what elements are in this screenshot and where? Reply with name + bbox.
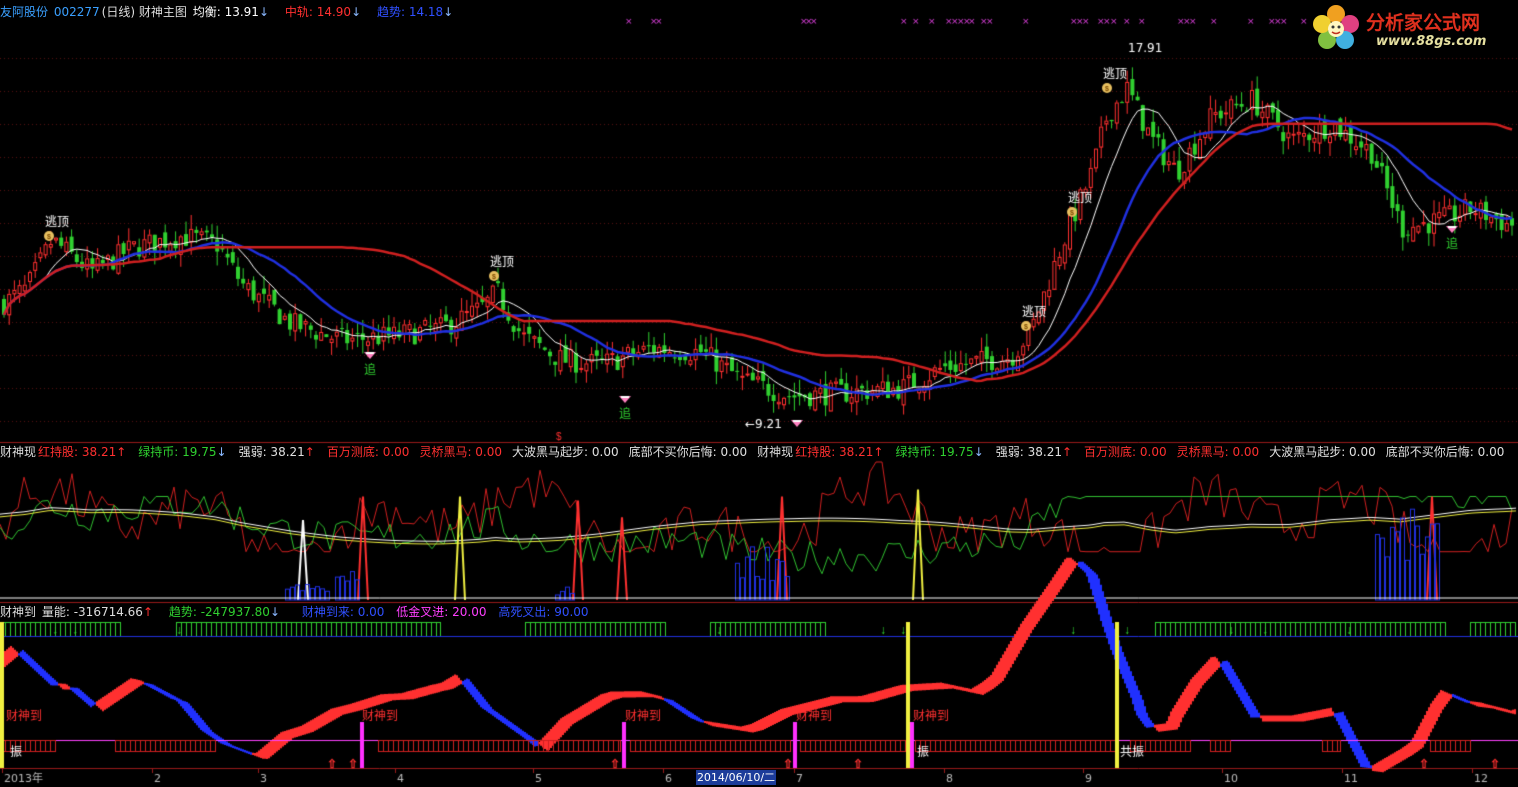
mid-value-6: 底部不买你后悔: 0.00 [628, 445, 748, 459]
trend-arrow: ↓ [443, 5, 454, 19]
death-cross-value: 90.00 [554, 605, 589, 619]
arrive-value: 0.00 [357, 605, 385, 619]
mid-rail-label: 中轨: [284, 5, 313, 19]
main-panel-header: 友阿股份 002277 (日线) 财神主图 均衡: 13.91↓ 中轨: 14.9… [0, 4, 455, 20]
stock-chart-canvas[interactable] [0, 0, 1518, 787]
gold-cross-label: 低金叉进: [396, 605, 449, 619]
mid-value-4: 灵桥黑马: 0.00 [1176, 445, 1260, 459]
stock-name[interactable]: 友阿股份 [0, 5, 48, 19]
stock-code: 002277 [53, 5, 100, 19]
mid-value-0: 红持股: 38.21↑ [795, 445, 884, 459]
mid-rail-arrow: ↓ [351, 5, 362, 19]
trend-value: 14.18 [408, 5, 444, 19]
energy-value: -316714.66 [73, 605, 143, 619]
mid-indicator-name: 财神现 [757, 445, 794, 459]
energy-label: 量能: [41, 605, 70, 619]
mid-value-1: 绿持币: 19.75↓ [895, 445, 984, 459]
bottom-trend-arrow: ↓ [269, 605, 281, 619]
bottom-indicator-name: 财神到 [0, 605, 37, 619]
arrive-label: 财神到来: [301, 605, 354, 619]
indicator-name: 财神主图 [138, 5, 187, 19]
middle-panel-header: 财神现 红持股: 38.21↑ 绿持币: 19.75↓ 强弱: 38.21↑ 百万测底:… [0, 444, 1514, 460]
mid-value-1: 绿持币: 19.75↓ [138, 445, 227, 459]
death-cross-label: 高死叉出: [498, 605, 551, 619]
mid-value-6: 底部不买你后悔: 0.00 [1385, 445, 1505, 459]
bottom-panel-header: 财神到 量能: -316714.66↑ 趋势: -247937.80↓ 财神到来… [0, 604, 591, 620]
balance-arrow: ↓ [258, 5, 269, 19]
mid-rail-value: 14.90 [316, 5, 352, 19]
mid-value-2: 强弱: 38.21↑ [995, 445, 1073, 459]
site-logo: 分析家公式网 www.88gs.com [1310, 2, 1510, 54]
mid-indicator-name: 财神现 [0, 445, 37, 459]
logo-url: www.88gs.com [1376, 34, 1487, 49]
mid-value-5: 大波黑马起步: 0.00 [512, 445, 619, 459]
balance-value: 13.91 [224, 5, 259, 19]
mid-value-5: 大波黑马起步: 0.00 [1269, 445, 1376, 459]
mid-value-3: 百万测底: 0.00 [1084, 445, 1167, 459]
mid-value-0: 红持股: 38.21↑ [38, 445, 127, 459]
balance-label: 均衡: [192, 5, 221, 19]
mid-value-2: 强弱: 38.21↑ [238, 445, 315, 459]
flower-logo-icon [1313, 5, 1359, 49]
bottom-trend-value: -247937.80 [200, 605, 270, 619]
mid-value-3: 百万测底: 0.00 [326, 445, 410, 459]
energy-arrow: ↑ [142, 605, 154, 619]
logo-title: 分析家公式网 [1366, 12, 1481, 34]
mid-value-4: 灵桥黑马: 0.00 [419, 445, 503, 459]
current-date-label: 2014/06/10/二 [696, 770, 776, 785]
gold-cross-value: 20.00 [452, 605, 487, 619]
period-label: (日线) [101, 5, 136, 19]
bottom-trend-label: 趋势: [168, 605, 197, 619]
trend-label: 趋势: [376, 5, 405, 19]
